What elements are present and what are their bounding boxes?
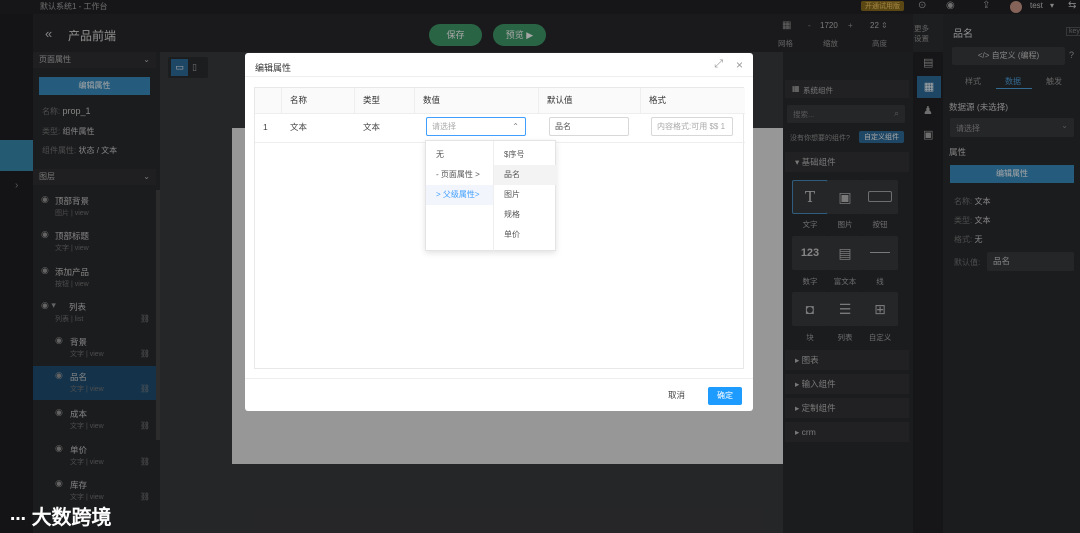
watermark: ⋯ 大数跨境 (10, 501, 112, 530)
confirm-button[interactable]: 确定 (708, 387, 742, 405)
col-header-default: 默认值 (539, 88, 641, 113)
footer-divider (245, 378, 753, 379)
format-input[interactable]: 内容格式:可用 $$ 1 (651, 117, 733, 136)
cascader-option[interactable]: - 页面属性 > (426, 165, 493, 185)
value-cascader-input[interactable]: 请选择 ⌃ (426, 117, 526, 136)
edit-attrs-modal: 编辑属性 ⤢ × 名称 类型 数值 默认值 格式 1 文本 文本 请选择 ⌃ 品… (245, 53, 753, 411)
modal-title: 编辑属性 (255, 63, 292, 73)
col-header-format: 格式 (641, 88, 745, 113)
col-header-value: 数值 (415, 88, 539, 113)
header-divider (255, 113, 745, 114)
cascader-option[interactable]: 无 (426, 145, 493, 165)
cancel-button[interactable]: 取消 (668, 389, 685, 401)
cascader-column-2: $序号 品名 图片 规格 单价 (494, 141, 556, 251)
col-header-name: 名称 (282, 88, 355, 113)
close-icon[interactable]: × (736, 58, 743, 72)
index-header (255, 88, 282, 113)
value-placeholder: 请选择 (432, 122, 456, 131)
default-value-input[interactable]: 品名 (549, 117, 629, 136)
watermark-text: 大数跨境 (31, 507, 112, 529)
cascader-option[interactable]: $序号 (494, 145, 556, 165)
cascader-option[interactable]: 单价 (494, 225, 556, 245)
cascader-option-hover[interactable]: 品名 (494, 165, 556, 185)
modal-divider (245, 76, 753, 77)
expand-icon[interactable]: ⤢ (714, 58, 723, 71)
cascader-option[interactable]: 图片 (494, 185, 556, 205)
col-header-type: 类型 (355, 88, 415, 113)
row-type: 文本 (363, 122, 381, 132)
row-name: 文本 (290, 122, 308, 132)
cascader-option[interactable]: 规格 (494, 205, 556, 225)
row-index: 1 (263, 122, 268, 132)
watermark-logo-icon: ⋯ (10, 511, 26, 528)
cascader-option-active[interactable]: > 父级属性> (426, 185, 493, 205)
chevron-up-icon: ⌃ (512, 122, 519, 131)
value-cascader-menu: 无 - 页面属性 > > 父级属性> $序号 品名 图片 规格 单价 (425, 140, 556, 251)
cascader-column-1: 无 - 页面属性 > > 父级属性> (426, 141, 494, 251)
